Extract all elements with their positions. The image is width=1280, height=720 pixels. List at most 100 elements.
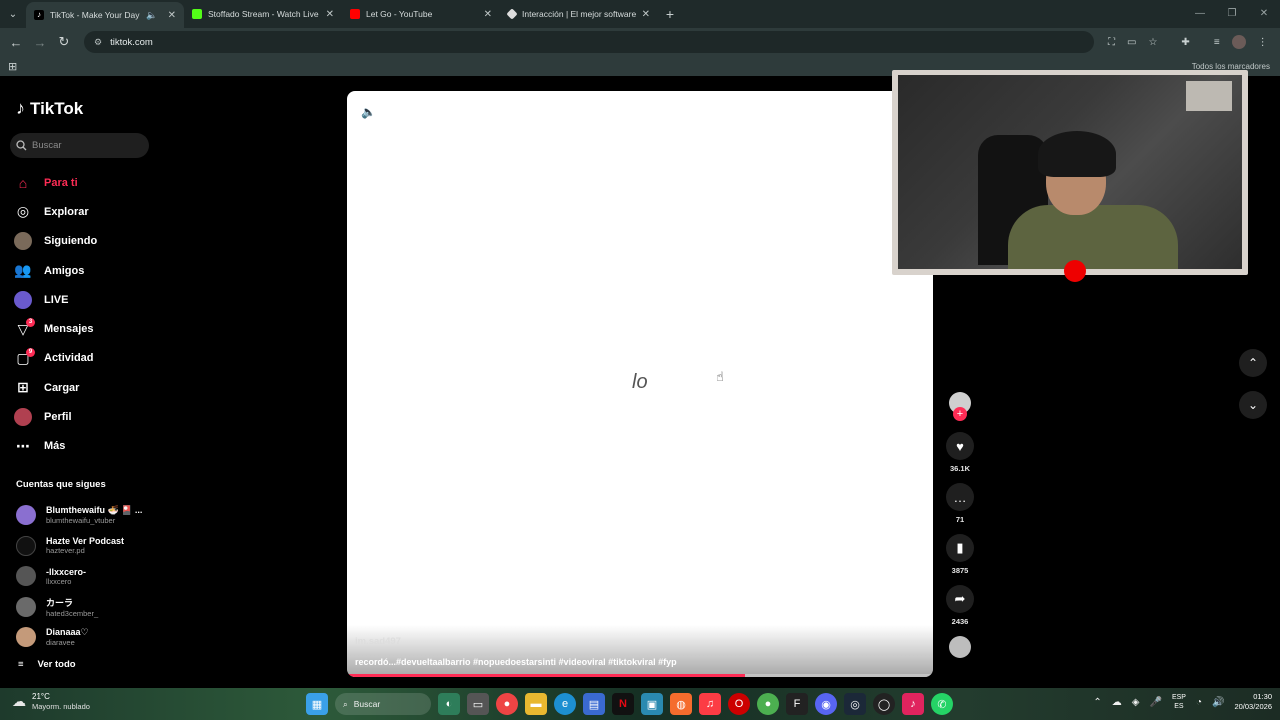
scroll-down-button[interactable]: ⌄ (1239, 391, 1267, 419)
nav-item-perfil[interactable]: Perfil (14, 402, 154, 431)
wifi-icon[interactable]: ◔ (1196, 697, 1202, 708)
video-author[interactable]: im.sad497 (355, 636, 401, 647)
url-field[interactable]: ⚙ tiktok.com (84, 31, 1094, 53)
apps-grid-icon[interactable]: ⊞ (8, 60, 17, 73)
language-indicator[interactable]: ESP ES (1172, 693, 1186, 711)
forward-icon[interactable]: → (28, 35, 52, 50)
bookmark-icon[interactable]: ▮ (946, 534, 974, 562)
sound-button[interactable] (943, 636, 977, 658)
close-tab-icon[interactable]: ✕ (484, 9, 492, 20)
comment-icon[interactable]: … (946, 483, 974, 511)
nav-item-live[interactable]: LIVE (14, 285, 154, 314)
tab-search-menu-icon[interactable]: ⌄ (0, 0, 26, 28)
maximize-icon[interactable]: ❐ (1216, 0, 1248, 28)
nav-item-para-ti[interactable]: ⌂ Para ti (14, 168, 154, 197)
bookmark-star-icon[interactable]: ☆ (1148, 37, 1157, 48)
origin-icon[interactable]: ◍ (670, 693, 692, 715)
comment-button[interactable]: … 71 (943, 483, 977, 524)
chrome-icon[interactable]: ● (496, 693, 518, 715)
video-player[interactable]: 🔈 lo ☝ im.sad497 recordó...#devueltaalba… (347, 91, 933, 677)
nav-item-cargar[interactable]: ⊞ Cargar (14, 373, 154, 402)
app-icon[interactable]: ▣ (641, 693, 663, 715)
copilot-icon[interactable]: ◐ (438, 693, 460, 715)
minimize-icon[interactable]: — (1184, 0, 1216, 28)
tab-kick-stream[interactable]: Stoffado Stream - Watch Live o ✕ (184, 0, 342, 28)
following-account[interactable]: Hazte Ver Podcast haztever.pd (16, 531, 142, 562)
mic-icon[interactable]: 🎤 (1149, 697, 1161, 708)
speaker-icon[interactable]: 🔈 (146, 10, 157, 21)
following-account[interactable]: Blumthewaifu 🍜 🎴 ... blumthewaifu_vtuber (16, 500, 142, 531)
nav-label: Amigos (44, 264, 85, 277)
scroll-up-button[interactable]: ⌃ (1239, 349, 1267, 377)
creator-avatar[interactable]: + (949, 392, 971, 421)
following-account[interactable]: カーラ hated3cember_ (16, 592, 142, 623)
nav-label: Explorar (44, 205, 89, 218)
steam-icon[interactable]: ◎ (844, 693, 866, 715)
tiktok-taskbar-icon[interactable]: ♪ (902, 693, 924, 715)
compass-icon: ◎ (16, 203, 30, 220)
onedrive-icon[interactable]: ☁ (1112, 697, 1122, 708)
like-button[interactable]: ♥ 36.1K (943, 432, 977, 473)
start-icon[interactable]: ▦ (306, 693, 328, 715)
back-icon[interactable]: ← (4, 35, 28, 50)
chrome-alt-icon[interactable]: ● (757, 693, 779, 715)
search-input[interactable]: Buscar (10, 133, 149, 158)
share-icon[interactable]: ➦ (946, 585, 974, 613)
new-tab-button[interactable]: + (658, 6, 682, 22)
search-placeholder: Buscar (32, 140, 62, 151)
volume-icon[interactable]: 🔊 (1212, 697, 1224, 708)
chevron-up-icon[interactable]: ⌃ (1093, 697, 1101, 708)
nav-item-actividad[interactable]: ▢ 9 Actividad (14, 344, 154, 373)
file-explorer-icon[interactable]: ▬ (525, 693, 547, 715)
whatsapp-icon[interactable]: ✆ (931, 693, 953, 715)
clock[interactable]: 01:30 20/03/2026 (1234, 692, 1272, 712)
translate-icon[interactable]: ⛶ (1108, 37, 1115, 48)
heart-icon[interactable]: ♥ (946, 432, 974, 460)
nav-item-explorar[interactable]: ◎ Explorar (14, 197, 154, 226)
nav-item-mas[interactable]: ⋯ Más (14, 432, 154, 461)
nav-item-mensajes[interactable]: ▽ 3 Mensajes (14, 314, 154, 343)
following-account[interactable]: Dianaaa♡ diaravee (16, 622, 142, 653)
task-view-icon[interactable]: ▭ (467, 693, 489, 715)
extensions-icon[interactable]: ✚ (1181, 37, 1189, 48)
close-window-icon[interactable]: ✕ (1248, 0, 1280, 28)
following-header: Cuentas que sigues (16, 479, 106, 490)
following-account[interactable]: -llxxcero-llxxcero (16, 561, 142, 592)
tab-youtube[interactable]: Let Go - YouTube ✕ (342, 0, 500, 28)
follow-plus-icon[interactable]: + (953, 407, 967, 421)
opera-icon[interactable]: O (728, 693, 750, 715)
store-icon[interactable]: ▤ (583, 693, 605, 715)
tab-interaccion[interactable]: Interacción | El mejor software ✕ (500, 0, 658, 28)
github-icon[interactable]: ◯ (873, 693, 895, 715)
creator-follow[interactable]: + (943, 392, 977, 421)
edge-icon[interactable]: e (554, 693, 576, 715)
profile-avatar (14, 408, 32, 427)
nav-item-amigos[interactable]: 👥 Amigos (14, 256, 154, 285)
tab-tiktok[interactable]: ♪ TikTok - Make Your Day 🔈 ✕ (26, 2, 184, 28)
search-icon (16, 140, 27, 151)
netflix-icon[interactable]: N (612, 693, 634, 715)
share-button[interactable]: ➦ 2436 (943, 585, 977, 626)
site-info-icon[interactable]: ⚙ (94, 37, 102, 48)
taskbar-search[interactable]: ⌕ Buscar (335, 693, 431, 715)
itunes-icon[interactable]: ♫ (699, 693, 721, 715)
close-tab-icon[interactable]: ✕ (326, 9, 334, 20)
see-all-button[interactable]: ≡ Ver todo (18, 659, 76, 670)
reload-icon[interactable]: ↻ (52, 34, 76, 50)
volume-icon[interactable]: 🔈 (361, 105, 376, 119)
sound-avatar[interactable] (949, 636, 971, 658)
reading-list-icon[interactable]: ≡ (1214, 37, 1220, 48)
video-progress-bar[interactable] (347, 674, 933, 677)
close-tab-icon[interactable]: ✕ (642, 9, 650, 20)
discord-icon[interactable]: ◉ (815, 693, 837, 715)
cast-icon[interactable]: ▭ (1127, 37, 1136, 48)
save-button[interactable]: ▮ 3875 (943, 534, 977, 575)
weather-widget[interactable]: ☁ 21°C Mayorm. nublado (12, 692, 90, 711)
profile-avatar[interactable] (1231, 35, 1246, 49)
nav-item-siguiendo[interactable]: Siguiendo (14, 227, 154, 256)
network-icon[interactable]: ◈ (1132, 697, 1140, 708)
figma-icon[interactable]: F (786, 693, 808, 715)
browser-menu-icon[interactable]: ⋮ (1258, 37, 1268, 48)
close-tab-icon[interactable]: ✕ (168, 10, 176, 21)
tiktok-logo[interactable]: ♪ TikTok (16, 98, 83, 119)
